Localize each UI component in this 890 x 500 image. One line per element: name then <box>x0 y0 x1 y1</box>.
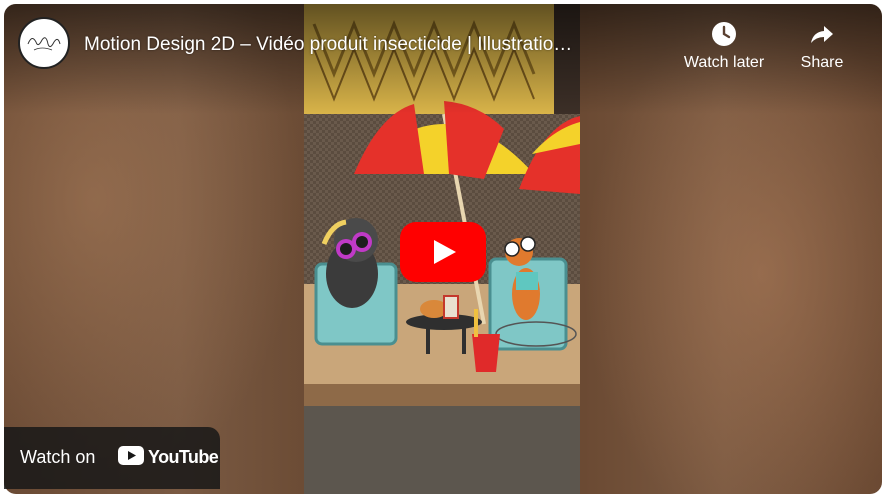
watch-on-youtube-button[interactable]: Watch on YouTube <box>4 427 220 489</box>
clock-icon <box>712 22 736 46</box>
channel-signature-logo <box>27 37 61 51</box>
youtube-logo-icon <box>118 446 144 465</box>
play-button[interactable] <box>400 222 486 282</box>
watch-later-button[interactable]: Watch later <box>676 20 772 72</box>
watch-on-label: Watch on <box>20 447 96 467</box>
channel-avatar[interactable] <box>18 17 70 69</box>
video-player[interactable]: Motion Design 2D – Vidéo produit insecti… <box>4 4 882 494</box>
watch-later-label: Watch later <box>683 54 765 71</box>
youtube-wordmark: YouTube <box>148 447 219 467</box>
share-label: Share <box>800 54 844 71</box>
video-title[interactable]: Motion Design 2D – Vidéo produit insecti… <box>84 34 674 56</box>
share-button[interactable]: Share <box>792 20 852 72</box>
share-arrow-icon <box>811 26 833 43</box>
